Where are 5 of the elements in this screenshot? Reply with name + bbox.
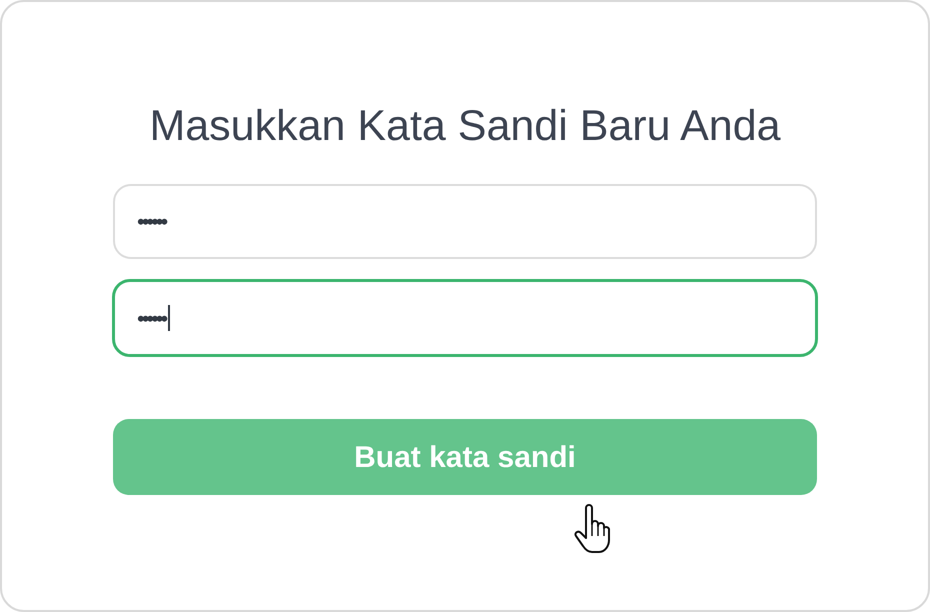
- hand-pointer-icon: [574, 504, 610, 554]
- password-field[interactable]: ••••••: [113, 184, 817, 259]
- page-title: Masukkan Kata Sandi Baru Anda: [149, 101, 781, 152]
- password-field[interactable]: ••••••: [112, 279, 818, 357]
- text-caret: [168, 305, 170, 331]
